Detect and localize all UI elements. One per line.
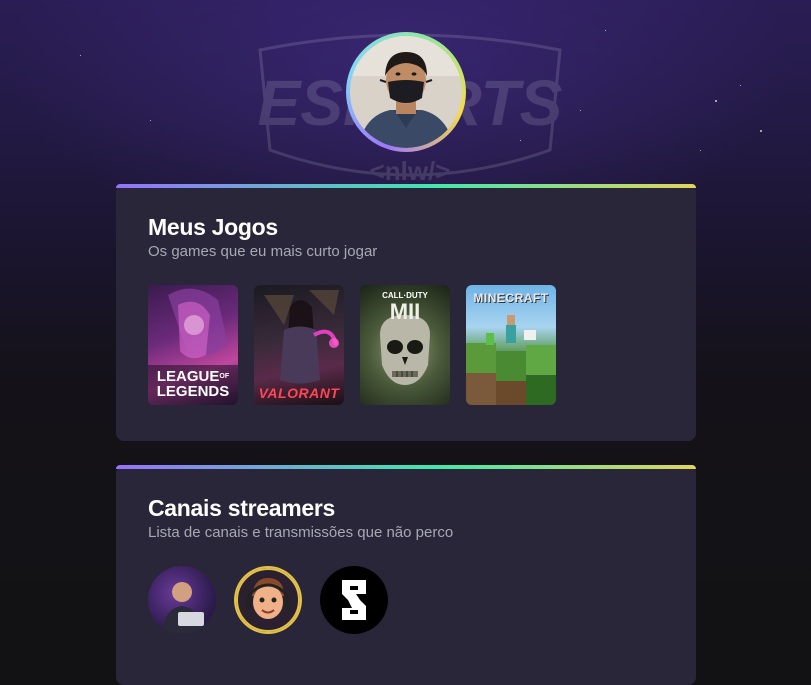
game-minecraft[interactable]: MINECRAFT [466, 285, 556, 405]
avatar-photo [350, 36, 462, 148]
star [580, 110, 581, 111]
star [605, 30, 606, 31]
game-league-of-legends[interactable]: LEAGUEOF LEGENDS [148, 285, 238, 405]
streamer-avatar-3[interactable] [320, 566, 388, 634]
star [700, 150, 701, 151]
star [80, 55, 81, 56]
game-valorant[interactable]: VALORANT [254, 285, 344, 405]
star [740, 85, 741, 86]
lol-logo-text: LEAGUEOF LEGENDS [156, 368, 230, 400]
streamer-cartoon [236, 568, 300, 632]
streamer-avatar-2[interactable] [234, 566, 302, 634]
streamers-card: Canais streamers Lista de canais e trans… [116, 465, 696, 685]
svg-text:<nlw/>: <nlw/> [370, 156, 451, 186]
person-illustration [350, 36, 462, 148]
star [760, 130, 762, 132]
streamers-card-title: Canais streamers [148, 495, 335, 521]
valorant-logo-text: VALORANT [258, 385, 340, 401]
streamer-logo [321, 567, 387, 633]
star [150, 120, 151, 121]
streamer-photo [162, 582, 204, 634]
streamers-list [148, 566, 388, 634]
game-call-of-duty[interactable]: CALL·DUTY MII [360, 285, 450, 405]
games-card-title: Meus Jogos [148, 214, 278, 240]
star [715, 100, 717, 102]
streamer-avatar-1[interactable] [148, 566, 216, 634]
games-list: LEAGUEOF LEGENDS VALORANT CALL·DUTY MII … [148, 285, 556, 405]
games-card: Meus Jogos Os games que eu mais curto jo… [116, 184, 696, 441]
streamers-card-subtitle: Lista de canais e transmissões que não p… [148, 524, 454, 541]
cod-logo-text: MII [389, 299, 421, 324]
star [520, 140, 521, 141]
games-card-subtitle: Os games que eu mais curto jogar [148, 243, 378, 260]
minecraft-logo-text: MINECRAFT [473, 291, 549, 305]
profile-avatar [346, 32, 466, 152]
